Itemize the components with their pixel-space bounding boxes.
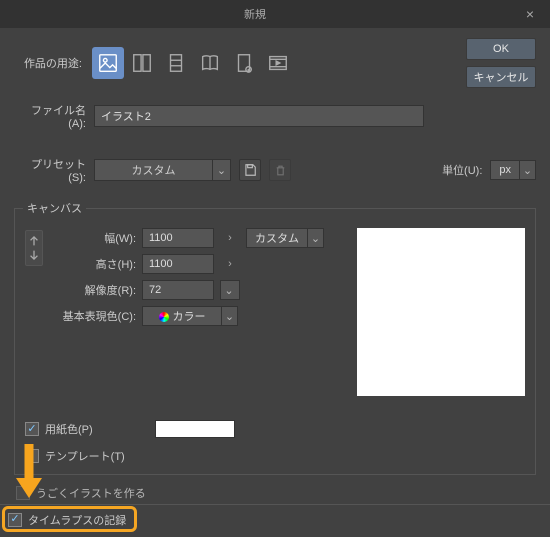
chevron-down-icon: ⌄: [307, 229, 323, 247]
close-button[interactable]: ×: [510, 0, 550, 28]
basecolor-value: カラー: [173, 311, 206, 323]
usage-book-icon[interactable]: [194, 47, 226, 79]
orientation-toggle-button[interactable]: [25, 230, 43, 266]
preset-save-button[interactable]: [239, 159, 261, 181]
preset-label: プリセット(S):: [14, 156, 86, 184]
template-label: テンプレート(T): [45, 448, 125, 464]
animation-label: うごくイラストを作る: [36, 485, 146, 501]
height-input[interactable]: [142, 254, 214, 274]
basecolor-select[interactable]: カラー ⌄: [142, 306, 238, 326]
close-icon: ×: [526, 6, 534, 22]
canvas-preview: [357, 228, 525, 396]
dialog-titlebar: 新規 ×: [0, 0, 550, 28]
template-checkbox[interactable]: [25, 449, 39, 463]
chevron-down-icon: ⌄: [221, 281, 237, 299]
aspect-select[interactable]: カスタム ⌄: [246, 228, 324, 248]
height-label: 高さ(H):: [61, 256, 136, 272]
usage-illustration-icon[interactable]: [92, 47, 124, 79]
usage-type-icons: [92, 47, 294, 79]
timelapse-checkbox[interactable]: [8, 513, 22, 527]
resolution-label: 解像度(R):: [61, 282, 136, 298]
usage-print-icon[interactable]: [228, 47, 260, 79]
ok-button[interactable]: OK: [466, 38, 536, 60]
preset-selected-text: カスタム: [95, 162, 212, 178]
width-label: 幅(W):: [61, 230, 136, 246]
color-wheel-icon: [159, 312, 169, 322]
usage-label: 作品の用途:: [14, 55, 82, 71]
width-input[interactable]: [142, 228, 214, 248]
canvas-section-title: キャンバス: [23, 200, 86, 216]
animation-checkbox[interactable]: [16, 486, 30, 500]
timelapse-label: タイムラプスの記録: [28, 512, 126, 528]
usage-comic-icon[interactable]: [126, 47, 158, 79]
resolution-input[interactable]: [142, 280, 214, 300]
preset-delete-button[interactable]: [269, 159, 291, 181]
chevron-down-icon: ⌄: [221, 307, 237, 325]
aspect-value: カスタム: [247, 230, 307, 246]
paper-label: 用紙色(P): [45, 421, 93, 437]
usage-animation-icon[interactable]: [262, 47, 294, 79]
unit-value: px: [491, 164, 519, 176]
width-stepper-button[interactable]: ›: [220, 228, 240, 248]
unit-select[interactable]: px ⌄: [490, 160, 536, 180]
dialog-footer: タイムラプスの記録: [0, 504, 550, 534]
paper-checkbox[interactable]: [25, 422, 39, 436]
unit-label: 単位(U):: [442, 162, 482, 178]
filename-label: ファイル名(A):: [14, 102, 86, 130]
height-stepper-button[interactable]: ›: [220, 254, 240, 274]
paper-color-swatch[interactable]: [155, 420, 235, 438]
cancel-button[interactable]: キャンセル: [466, 66, 536, 88]
chevron-down-icon: ⌄: [212, 160, 230, 180]
preset-select[interactable]: カスタム ⌄: [94, 159, 231, 181]
basecolor-label: 基本表現色(C):: [61, 308, 136, 324]
chevron-down-icon: ⌄: [519, 161, 535, 179]
usage-webtoon-icon[interactable]: [160, 47, 192, 79]
filename-input[interactable]: [94, 105, 424, 127]
canvas-section: キャンバス 幅(W): › カスタム ⌄ 高さ(H):: [14, 200, 536, 475]
dialog-title: 新規: [0, 6, 510, 22]
resolution-dropdown[interactable]: ⌄: [220, 280, 240, 300]
